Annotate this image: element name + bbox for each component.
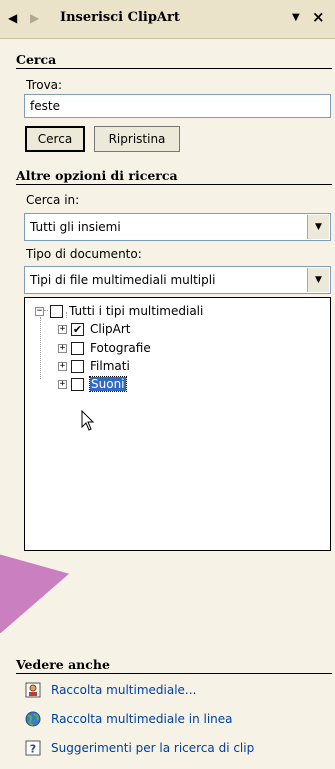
link-media-gallery[interactable]: Raccolta multimediale... (25, 682, 196, 698)
doc-type-label: Tipo di documento: (26, 247, 142, 261)
link-search-tips[interactable]: ? Suggerimenti per la ricerca di clip (25, 740, 254, 756)
link-media-gallery-label: Raccolta multimediale... (51, 683, 197, 697)
find-label: Trova: (26, 78, 63, 92)
checkbox-clipart[interactable]: ✔ (71, 322, 84, 336)
tree-label-clipart: ClipArt (90, 322, 131, 336)
media-gallery-icon (25, 682, 41, 698)
forward-arrow-icon[interactable]: ▶ (30, 12, 39, 24)
tree-node-root[interactable]: − Tutti i tipi multimediali (35, 302, 203, 320)
expand-icon[interactable]: + (58, 361, 67, 371)
help-icon: ? (25, 740, 41, 756)
checkbox-fotografie[interactable] (71, 341, 84, 355)
mouse-pointer-icon (81, 410, 95, 431)
back-arrow-icon[interactable]: ◀ (8, 12, 17, 24)
chevron-down-icon[interactable]: ▼ (307, 215, 329, 239)
tree-node-filmati[interactable]: + Filmati (58, 357, 130, 375)
tree-connector (40, 317, 42, 379)
checkbox-suoni[interactable] (71, 377, 84, 391)
svg-text:?: ? (30, 743, 36, 756)
clipart-task-pane: ◀ ▶ Inserisci ClipArt ▼ × Cerca Trova: f… (0, 0, 335, 769)
search-in-label: Cerca in: (26, 193, 80, 207)
see-also-section-title: Vedere anche (16, 657, 110, 672)
expand-icon[interactable]: + (58, 379, 67, 389)
close-icon[interactable]: × (312, 8, 325, 26)
chevron-down-icon[interactable]: ▼ (292, 12, 300, 23)
collapse-icon[interactable]: − (35, 306, 44, 316)
section-divider (16, 673, 332, 674)
expand-icon[interactable]: + (58, 324, 67, 334)
tree-label-fotografie: Fotografie (90, 341, 151, 355)
tree-node-suoni[interactable]: + Suoni (58, 375, 127, 393)
link-search-tips-label: Suggerimenti per la ricerca di clip (51, 741, 255, 755)
search-section-title: Cerca (16, 52, 57, 67)
doc-type-value: Tipi di file multimediali multipli (30, 273, 216, 287)
search-in-select[interactable]: Tutti gli insiemi ▼ (24, 213, 331, 241)
tree-label-suoni: Suoni (89, 376, 127, 392)
pane-title: Inserisci ClipArt (60, 10, 180, 25)
link-online-gallery-label: Raccolta multimediale in linea (51, 712, 233, 726)
tree-connector (44, 310, 48, 312)
link-online-gallery[interactable]: Raccolta multimediale in linea (25, 711, 233, 727)
expand-icon[interactable]: + (58, 343, 67, 353)
chevron-down-icon[interactable]: ▼ (307, 268, 329, 292)
globe-icon (25, 711, 41, 727)
section-divider (16, 68, 332, 69)
search-button[interactable]: Cerca (25, 126, 85, 152)
doc-type-select[interactable]: Tipi di file multimediali multipli ▼ (24, 266, 331, 294)
reset-button[interactable]: Ripristina (94, 126, 180, 152)
search-input[interactable]: feste (24, 94, 331, 118)
tree-label-root: Tutti i tipi multimediali (69, 304, 204, 318)
search-in-value: Tutti gli insiemi (30, 220, 121, 234)
options-section-title: Altre opzioni di ricerca (16, 168, 178, 183)
checkbox-root[interactable] (50, 304, 63, 318)
tree-node-clipart[interactable]: + ✔ ClipArt (58, 320, 131, 338)
tree-node-fotografie[interactable]: + Fotografie (58, 339, 151, 357)
tree-label-filmati: Filmati (90, 359, 130, 373)
checkbox-filmati[interactable] (71, 359, 84, 373)
section-divider (16, 184, 332, 185)
task-pane-header: ◀ ▶ Inserisci ClipArt ▼ × (0, 0, 335, 39)
overlay-arrow-shape (0, 513, 70, 633)
